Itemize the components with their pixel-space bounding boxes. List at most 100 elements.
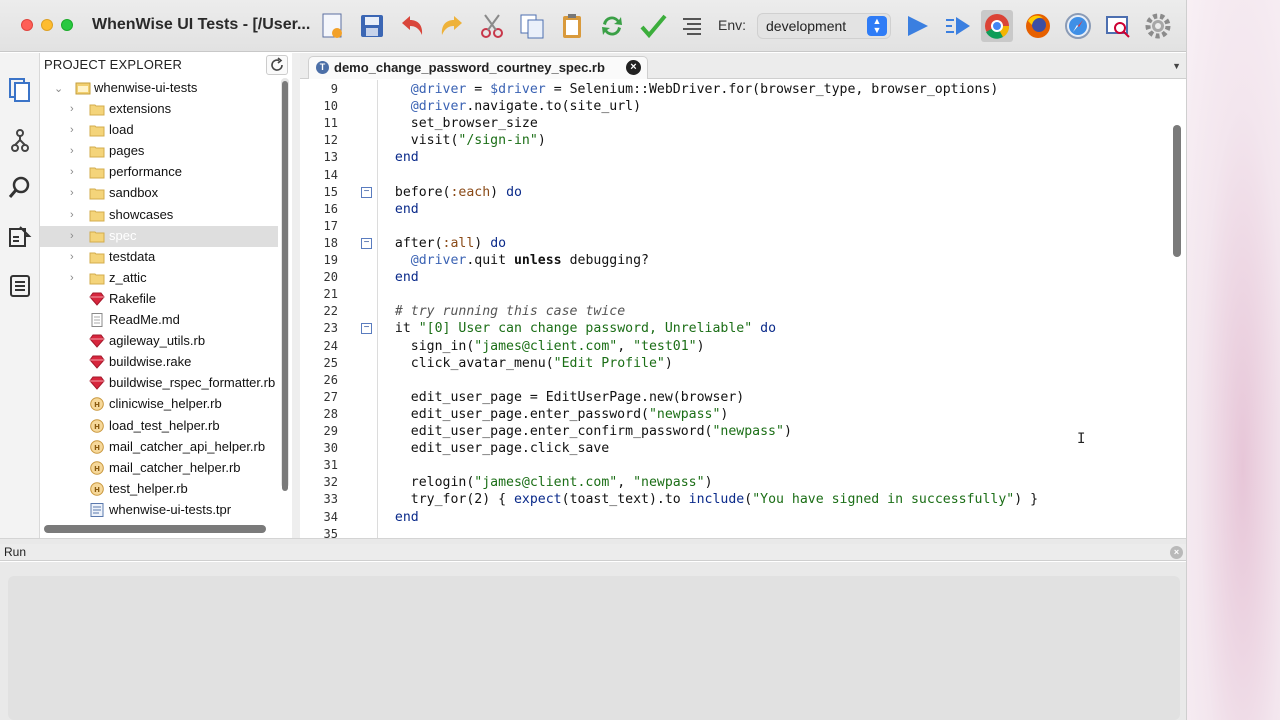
code-token: ) — [474, 235, 491, 251]
tree-item[interactable]: agileway_utils.rb — [40, 331, 278, 352]
code-line: @driver.navigate.to(site_url) — [379, 98, 1169, 115]
maximize-window-button[interactable] — [61, 19, 73, 31]
explorer-splitter[interactable] — [292, 53, 300, 538]
tree-item[interactable]: › testdata — [40, 247, 278, 268]
test-runner-icon[interactable] — [7, 223, 33, 249]
outline-icon[interactable] — [7, 273, 33, 299]
chevron-right-icon[interactable]: › — [70, 166, 80, 178]
close-run-panel-icon[interactable]: × — [1170, 546, 1183, 559]
firefox-icon[interactable] — [1021, 9, 1055, 43]
list-icon[interactable] — [675, 9, 709, 43]
chrome-icon[interactable] — [980, 9, 1014, 43]
tree-item[interactable]: › sandbox — [40, 183, 278, 204]
line-number: 25 — [323, 355, 338, 370]
undo-icon[interactable] — [395, 9, 429, 43]
tree-item[interactable]: › load — [40, 120, 278, 141]
tree-item[interactable]: Hload_test_helper.rb — [40, 416, 278, 437]
refresh-tree-button[interactable] — [266, 55, 288, 75]
tree-item[interactable]: Hmail_catcher_helper.rb — [40, 458, 278, 479]
code-line: edit_user_page = EditUserPage.new(browse… — [379, 389, 1169, 406]
paste-icon[interactable] — [555, 9, 589, 43]
code-token: sign_in( — [379, 338, 475, 354]
refresh-icon[interactable] — [595, 9, 629, 43]
tree-item[interactable]: Hmail_catcher_api_helper.rb — [40, 437, 278, 458]
folder-icon — [89, 186, 105, 200]
tree-item[interactable]: › spec — [40, 225, 278, 247]
chevron-right-icon[interactable]: › — [70, 145, 80, 157]
line-number: 12 — [323, 133, 338, 148]
tree-item[interactable]: Rakefile — [40, 289, 278, 310]
code-token: "newpass" — [648, 406, 721, 422]
tree-root[interactable]: ⌄ whenwise-ui-tests — [40, 78, 278, 99]
run-output-area[interactable] — [8, 576, 1180, 720]
tree-item[interactable]: ReadMe.md — [40, 310, 278, 331]
tree-item[interactable]: › z_attic — [40, 268, 278, 289]
line-number: 30 — [323, 441, 338, 456]
redo-icon[interactable] — [435, 9, 469, 43]
tree-item[interactable]: Htest_helper.rb — [40, 479, 278, 500]
search-icon[interactable] — [7, 175, 33, 201]
settings-icon[interactable] — [1141, 9, 1175, 43]
code-token: relogin( — [379, 475, 475, 491]
ruby-icon — [89, 355, 105, 369]
run-icon[interactable] — [900, 9, 934, 43]
code-line: end — [379, 269, 1169, 286]
chevron-right-icon[interactable]: › — [70, 251, 80, 263]
tree-item[interactable]: › pages — [40, 141, 278, 162]
line-number-gutter: 9 10 11 12 13 14 15 − 16 17 18 − 19 20 21 22 23 − 24 25 26 27… — [300, 80, 378, 541]
tree-item[interactable]: › showcases — [40, 205, 278, 226]
code-token: @driver — [410, 253, 467, 268]
chevron-down-icon[interactable]: ⌄ — [54, 82, 64, 95]
chevron-right-icon[interactable]: › — [70, 209, 80, 221]
files-icon[interactable] — [7, 77, 33, 103]
run-selected-icon[interactable] — [940, 9, 974, 43]
explorer-vertical-scrollbar[interactable] — [282, 81, 288, 491]
new-file-icon[interactable] — [315, 9, 349, 43]
explorer-horizontal-scrollbar[interactable] — [44, 525, 266, 533]
tree-item-label: Rakefile — [109, 290, 156, 306]
chevron-right-icon[interactable]: › — [70, 187, 80, 199]
test-file-icon: T — [316, 61, 329, 74]
helper-file-icon: H — [89, 439, 105, 454]
chevron-right-icon[interactable]: › — [70, 272, 80, 284]
tab-list-dropdown-icon[interactable]: ▼ — [1172, 61, 1181, 71]
chevron-right-icon[interactable]: › — [70, 230, 80, 242]
close-window-button[interactable] — [21, 19, 33, 31]
tree-item[interactable]: › performance — [40, 162, 278, 183]
safari-icon[interactable] — [1061, 9, 1095, 43]
tree-item[interactable]: buildwise.rake — [40, 352, 278, 373]
inspect-icon[interactable] — [1101, 9, 1135, 43]
tree-item[interactable]: whenwise-ui-tests.tpr — [40, 500, 278, 521]
chevron-right-icon[interactable]: › — [70, 124, 80, 136]
minimize-window-button[interactable] — [41, 19, 53, 31]
fold-toggle-icon[interactable]: − — [361, 237, 372, 249]
tree-item[interactable]: › extensions — [40, 99, 278, 120]
editor-vertical-scrollbar[interactable] — [1173, 125, 1181, 257]
fold-toggle-icon[interactable]: − — [361, 186, 372, 198]
code-token: end — [394, 270, 419, 286]
tree-item[interactable]: Hclinicwise_helper.rb — [40, 394, 278, 415]
code-token: do — [490, 235, 507, 251]
tree-item[interactable]: buildwise_rspec_formatter.rb — [40, 373, 278, 394]
chevron-right-icon[interactable]: › — [70, 103, 80, 115]
fold-toggle-icon[interactable]: − — [361, 323, 372, 335]
code-line: @driver = $driver = Selenium::WebDriver.… — [379, 81, 1169, 98]
save-icon[interactable] — [355, 9, 389, 43]
close-tab-icon[interactable]: × — [626, 60, 641, 75]
run-panel-header: Run × — [0, 544, 1186, 561]
code-line: end — [379, 149, 1169, 166]
check-icon[interactable] — [636, 9, 670, 43]
chevron-updown-icon: ▲ ▼ — [867, 16, 887, 36]
cut-icon[interactable] — [475, 9, 509, 43]
code-area[interactable]: @driver = $driver = Selenium::WebDriver.… — [379, 80, 1169, 538]
copy-icon[interactable] — [515, 9, 549, 43]
env-select[interactable]: development ▲ ▼ — [757, 13, 891, 39]
code-token: edit_user_page.enter_confirm_password( — [379, 424, 713, 439]
tree-item-label: showcases — [109, 206, 174, 222]
code-line: end — [379, 509, 1169, 526]
folder-icon — [89, 102, 105, 116]
editor-tab[interactable]: T demo_change_password_courtney_spec.rb … — [308, 56, 648, 79]
git-icon[interactable] — [7, 128, 33, 154]
